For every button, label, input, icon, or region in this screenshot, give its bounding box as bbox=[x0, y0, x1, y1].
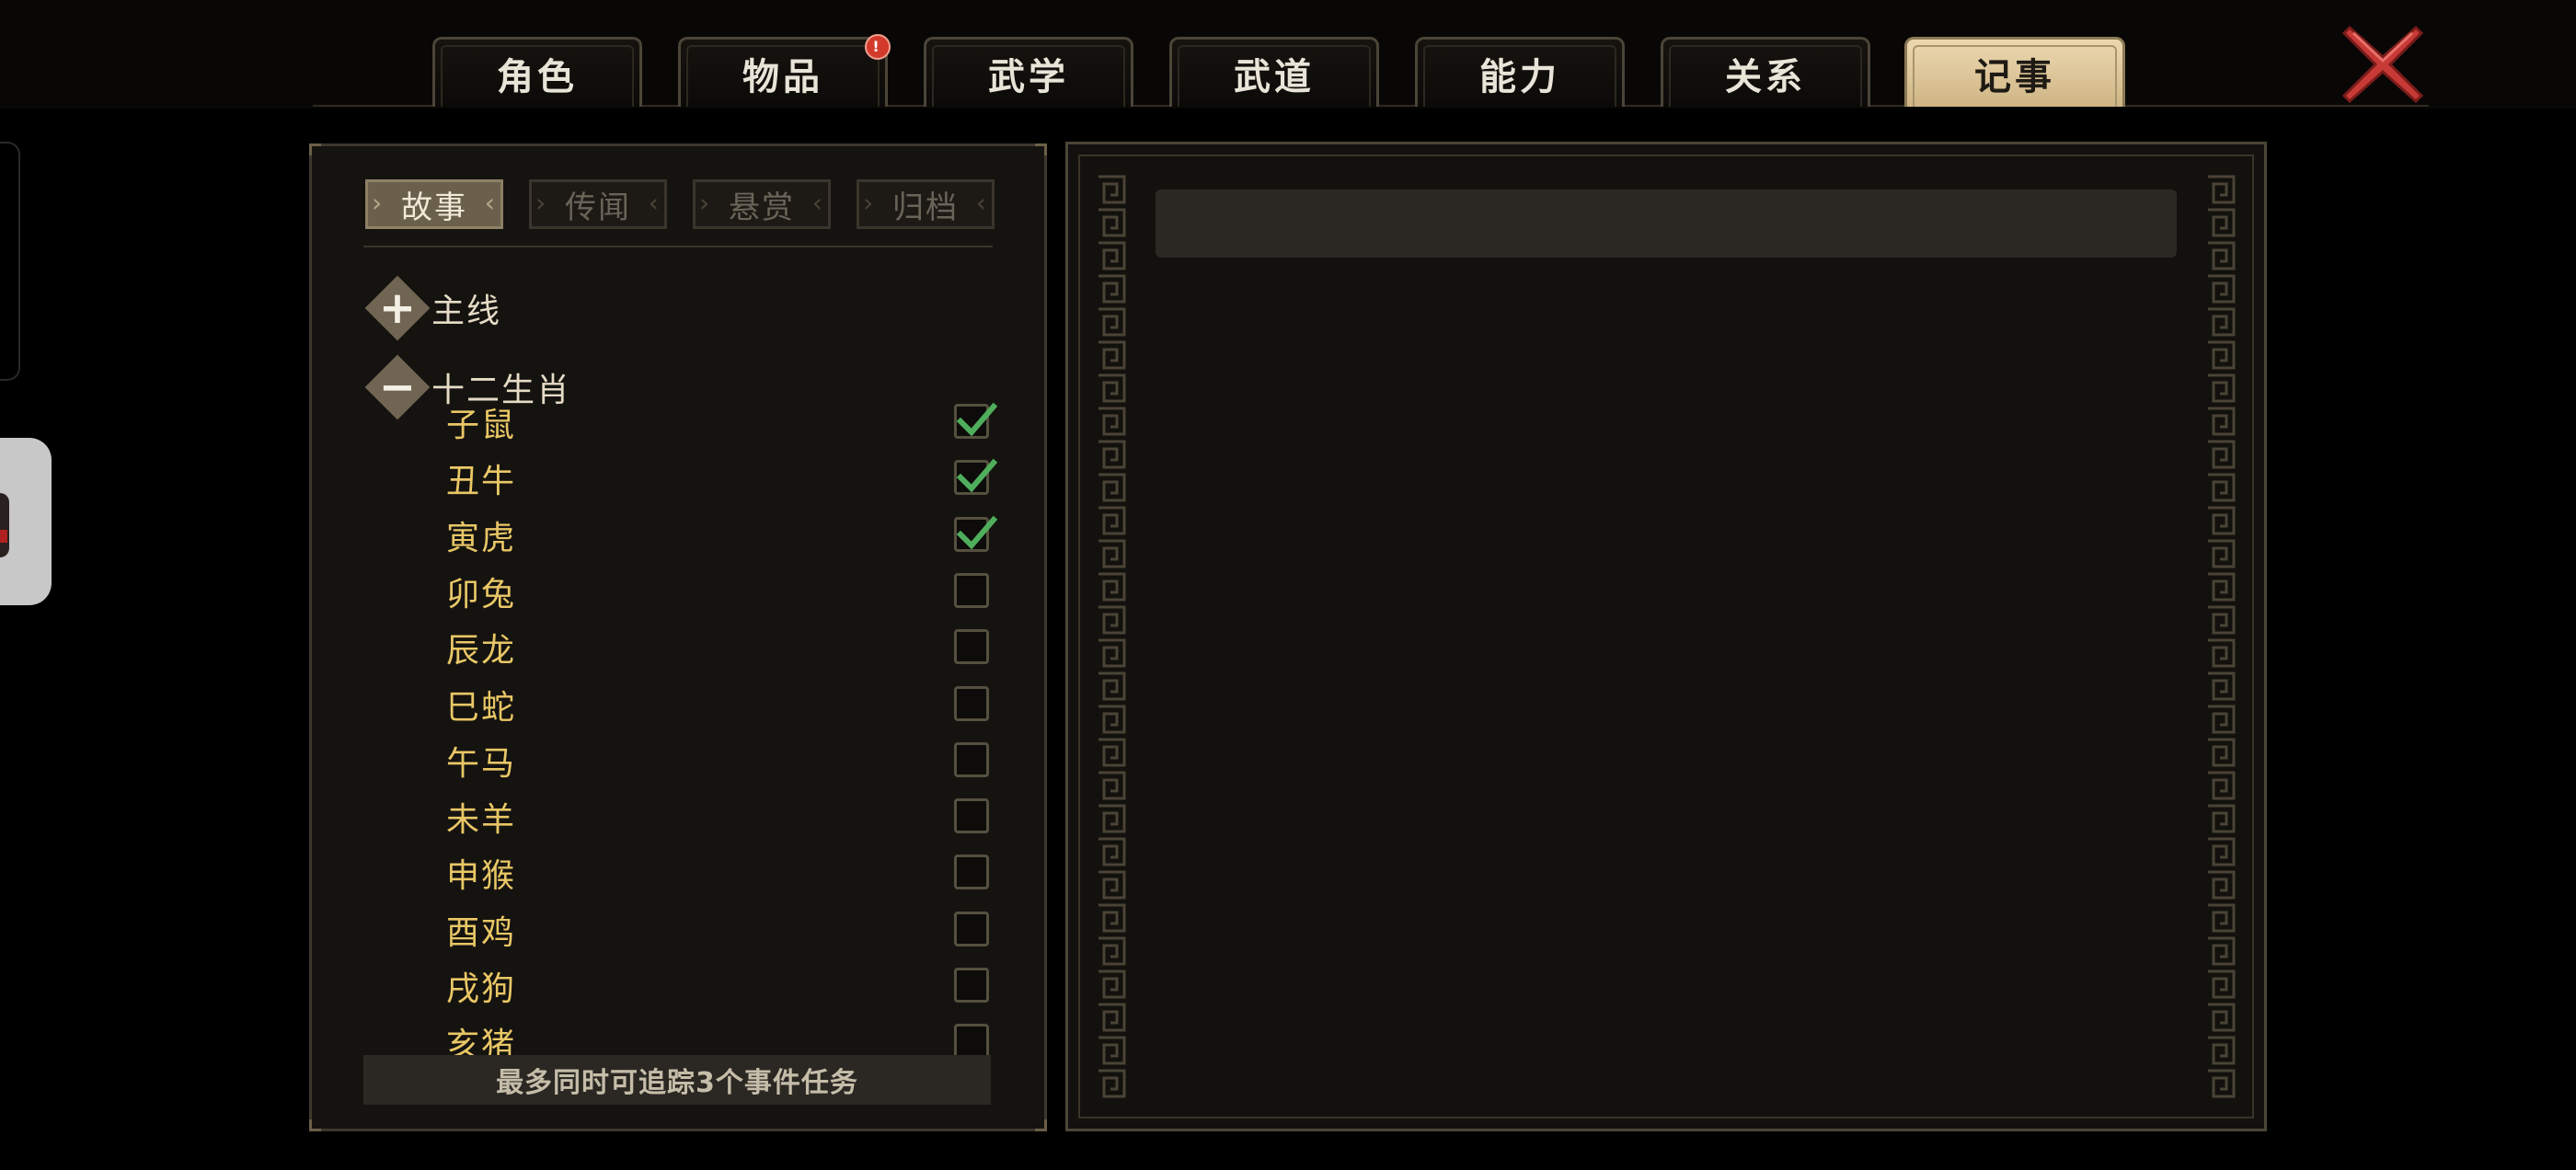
track-checkbox[interactable] bbox=[954, 685, 989, 721]
notification-badge: ! bbox=[865, 34, 891, 60]
quest-item-label: 巳蛇 bbox=[446, 688, 517, 727]
quest-item-label: 丑牛 bbox=[446, 463, 517, 501]
quest-item-label: 未羊 bbox=[446, 801, 517, 840]
track-checkbox[interactable] bbox=[954, 515, 997, 552]
quest-list[interactable]: + 主线 − 十二生肖 子鼠 丑牛 寅虎 卯兔 辰龙 巳蛇 午马 未羊 申猴 酉鸡 戌狗 亥猪 bbox=[312, 146, 1044, 1055]
expand-toggle[interactable]: + bbox=[363, 275, 431, 341]
plus-icon: + bbox=[378, 282, 417, 334]
group-main-quest[interactable]: + 主线 bbox=[363, 275, 501, 341]
tab-label: 武学 bbox=[988, 55, 1069, 98]
quest-item-label: 戌狗 bbox=[446, 970, 517, 1008]
checkmark-icon bbox=[956, 402, 997, 437]
track-checkbox[interactable] bbox=[954, 1024, 989, 1055]
side-panel-edge bbox=[0, 142, 20, 381]
collapse-toggle[interactable]: − bbox=[363, 354, 431, 420]
track-checkbox[interactable] bbox=[954, 741, 989, 777]
tab-label: 记事 bbox=[1974, 55, 2055, 98]
quest-item[interactable]: 午马 bbox=[446, 733, 998, 788]
tab-label: 物品 bbox=[742, 55, 823, 98]
tracking-limit-note: 最多同时可追踪3个事件任务 bbox=[363, 1055, 991, 1105]
quest-item[interactable]: 丑牛 bbox=[446, 451, 998, 506]
quest-item[interactable]: 辰龙 bbox=[446, 620, 998, 675]
quest-item[interactable]: 亥猪 bbox=[446, 1015, 998, 1055]
tab-label: 能力 bbox=[1479, 55, 1560, 98]
quest-item[interactable]: 巳蛇 bbox=[446, 677, 998, 732]
greek-key-border-right bbox=[2204, 173, 2237, 1098]
quest-item-label: 申猴 bbox=[446, 857, 517, 896]
track-checkbox[interactable] bbox=[954, 798, 989, 834]
avatar-side-tab[interactable] bbox=[0, 438, 52, 605]
journal-detail-panel bbox=[1065, 142, 2267, 1131]
corner-ornament bbox=[309, 1119, 321, 1131]
track-checkbox[interactable] bbox=[954, 629, 989, 665]
track-checkbox[interactable] bbox=[954, 855, 989, 890]
track-checkbox[interactable] bbox=[954, 968, 989, 1003]
checkmark-icon bbox=[956, 515, 997, 550]
tab-martial-arts[interactable]: 武学 bbox=[924, 37, 1133, 107]
track-checkbox[interactable] bbox=[954, 911, 989, 946]
quest-item[interactable]: 酉鸡 bbox=[446, 902, 998, 958]
panel-inner-frame bbox=[1078, 155, 2254, 1118]
minus-icon: − bbox=[378, 361, 417, 413]
avatar-accent bbox=[0, 530, 7, 543]
corner-ornament bbox=[1035, 1119, 1047, 1131]
tab-abilities[interactable]: 能力 bbox=[1415, 37, 1625, 107]
quest-item[interactable]: 戌狗 bbox=[446, 958, 998, 1014]
track-checkbox[interactable] bbox=[954, 402, 997, 439]
journal-list-panel: 故事 传闻 悬赏 归档 + 主线 − 十二生肖 子鼠丑牛寅虎卯兔辰龙巳蛇午马未羊… bbox=[309, 143, 1047, 1131]
tab-martial-way[interactable]: 武道 bbox=[1169, 37, 1379, 107]
detail-header-bar bbox=[1156, 189, 2177, 258]
avatar bbox=[0, 493, 9, 557]
quest-item[interactable]: 寅虎 bbox=[446, 508, 998, 563]
quest-item-label: 亥猪 bbox=[446, 1027, 517, 1055]
checkmark-icon bbox=[956, 459, 997, 493]
quest-item-label: 酉鸡 bbox=[446, 913, 517, 952]
tab-items[interactable]: 物品! bbox=[678, 34, 891, 107]
quest-item-label: 辰龙 bbox=[446, 632, 517, 671]
tab-relations[interactable]: 关系 bbox=[1661, 37, 1870, 107]
quest-item-label: 子鼠 bbox=[446, 407, 517, 444]
quest-item-label: 午马 bbox=[446, 744, 517, 783]
track-checkbox[interactable] bbox=[954, 459, 997, 496]
quest-item-label: 卯兔 bbox=[446, 575, 517, 614]
quest-item[interactable]: 子鼠 bbox=[446, 395, 998, 450]
quest-item[interactable]: 卯兔 bbox=[446, 564, 998, 619]
tab-label: 关系 bbox=[1725, 55, 1806, 98]
quest-item[interactable]: 申猴 bbox=[446, 845, 998, 900]
group-label: 主线 bbox=[431, 292, 502, 330]
quest-item-label: 寅虎 bbox=[446, 519, 517, 557]
tab-label: 角色 bbox=[497, 55, 578, 98]
quest-item[interactable]: 未羊 bbox=[446, 789, 998, 844]
tab-label: 武道 bbox=[1234, 55, 1315, 98]
greek-key-border-left bbox=[1095, 173, 1128, 1098]
tab-journal[interactable]: 记事 bbox=[1904, 37, 2125, 107]
close-button[interactable] bbox=[2337, 18, 2429, 110]
tab-character[interactable]: 角色 bbox=[432, 37, 642, 107]
close-x-icon bbox=[2341, 25, 2424, 104]
track-checkbox[interactable] bbox=[954, 572, 989, 608]
